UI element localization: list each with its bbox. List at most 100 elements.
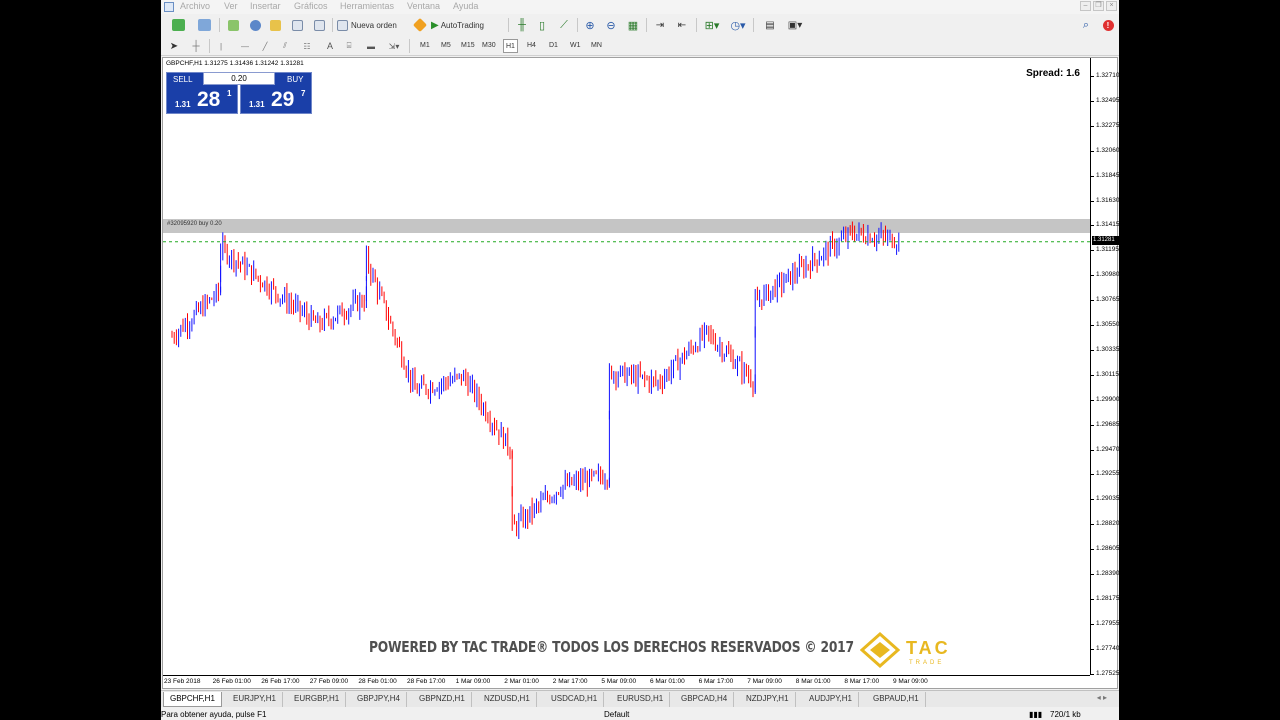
- time-axis[interactable]: 23 Feb 2018 26 Feb 01:00 26 Feb 17:00 27 Fe…: [163, 675, 1090, 690]
- price-tick: [1091, 125, 1094, 127]
- line-chart-icon[interactable]: ⟋: [557, 17, 571, 33]
- tf-w1[interactable]: W1: [568, 39, 583, 53]
- time-label: 2 Mar 01:00: [504, 678, 539, 685]
- data-window-icon[interactable]: [247, 17, 263, 33]
- tf-mn[interactable]: MN: [589, 39, 604, 53]
- bar-chart-icon[interactable]: ╫: [515, 17, 529, 33]
- price-tick: [1091, 474, 1094, 476]
- vertical-line-icon[interactable]: |: [216, 38, 226, 54]
- watermark-text: POWERED BY TAC TRADE® TODOS LOS DERECHOS…: [369, 638, 854, 656]
- menu-bar: Archivo Ver Insertar Gráficos Herramient…: [161, 0, 1119, 14]
- crosshair-icon[interactable]: ┼: [189, 38, 203, 54]
- autoscroll-icon[interactable]: ⇤: [675, 17, 689, 33]
- price-axis[interactable]: 1.32710 1.32495 1.32275 1.32060 1.31845 1.316…: [1090, 58, 1119, 677]
- tf-m5[interactable]: M5: [439, 39, 453, 53]
- close-button[interactable]: ×: [1106, 1, 1117, 11]
- time-label: 6 Mar 01:00: [650, 678, 685, 685]
- horizontal-line-icon[interactable]: —: [238, 38, 252, 54]
- chart-plot-area[interactable]: #32095920 buy 0.20 GBPCHF,H1 1.31275 1.3…: [163, 58, 1090, 675]
- strategy-tester-icon[interactable]: [311, 17, 327, 33]
- time-label: 26 Feb 01:00: [212, 678, 251, 685]
- menu-archivo[interactable]: Archivo: [180, 1, 210, 11]
- price-tick: [1091, 673, 1094, 675]
- candlestick-icon[interactable]: ▯: [535, 17, 549, 33]
- tf-m30[interactable]: M30: [480, 39, 498, 53]
- sell-price-big: 28: [197, 88, 221, 111]
- tile-windows-icon[interactable]: ▦: [626, 17, 640, 33]
- navigator-icon[interactable]: [267, 17, 283, 33]
- chart-tab[interactable]: USDCAD,H1: [545, 692, 605, 707]
- tf-m15[interactable]: M15: [459, 39, 477, 53]
- new-order-label: Nueva orden: [351, 20, 397, 30]
- chart-tab[interactable]: GBPNZD,H1: [413, 692, 472, 707]
- price-tick: [1091, 100, 1094, 102]
- price-label: 1.30980: [1096, 271, 1119, 279]
- chart-tab[interactable]: NZDUSD,H1: [478, 692, 537, 707]
- text-icon[interactable]: A: [323, 38, 337, 54]
- new-order-button[interactable]: Nueva orden: [337, 17, 407, 33]
- price-tick: [1091, 374, 1094, 376]
- autotrading-icon: ▶: [431, 19, 439, 31]
- chart-tab[interactable]: NZDJPY,H1: [740, 692, 796, 707]
- price-label: 1.31845: [1096, 171, 1119, 179]
- menu-herramientas[interactable]: Herramientas: [340, 1, 394, 11]
- menu-ver[interactable]: Ver: [224, 1, 238, 11]
- notifications-icon[interactable]: !: [1101, 17, 1115, 33]
- price-label: 1.30115: [1096, 370, 1119, 378]
- price-label: 1.29900: [1096, 395, 1119, 403]
- menu-graficos[interactable]: Gráficos: [294, 1, 328, 11]
- arrows-icon[interactable]: ⇲▾: [385, 38, 403, 54]
- market-watch-icon[interactable]: [225, 17, 241, 33]
- minimize-button[interactable]: –: [1080, 1, 1091, 11]
- cursor-icon[interactable]: ➤: [167, 38, 181, 54]
- indicators-icon[interactable]: ⊞▾: [702, 17, 722, 33]
- new-chart-button[interactable]: [167, 17, 189, 33]
- bid-price-tag: 1.31281: [1092, 235, 1119, 245]
- chart-tab[interactable]: AUDJPY,H1: [803, 692, 859, 707]
- fibo-fan-icon[interactable]: ⌸: [342, 38, 356, 54]
- status-profile: Default: [604, 710, 630, 719]
- tf-d1[interactable]: D1: [547, 39, 560, 53]
- price-tick: [1091, 424, 1094, 426]
- chart-tab[interactable]: EURUSD,H1: [611, 692, 671, 707]
- channel-icon[interactable]: ⫽: [278, 38, 292, 54]
- time-label: 7 Mar 09:00: [747, 678, 782, 685]
- menu-ayuda[interactable]: Ayuda: [453, 1, 478, 11]
- periods-icon[interactable]: ◷▾: [728, 17, 748, 33]
- chart-tab[interactable]: EURGBP,H1: [288, 692, 347, 707]
- chart-tab[interactable]: GBPCHF,H1: [163, 692, 222, 707]
- price-tick: [1091, 225, 1094, 227]
- zoom-out-icon[interactable]: ⊖: [604, 17, 618, 33]
- price-tick: [1091, 250, 1094, 252]
- templates-icon[interactable]: ▤: [763, 17, 777, 33]
- chart-tab[interactable]: GBPAUD,H1: [867, 692, 926, 707]
- chart-tab[interactable]: GBPJPY,H4: [351, 692, 407, 707]
- tf-h1[interactable]: H1: [503, 39, 518, 53]
- trendline-icon[interactable]: ╱: [258, 38, 272, 54]
- restore-button[interactable]: ❐: [1093, 1, 1104, 11]
- autotrading-button[interactable]: ▶ AutoTrading: [431, 17, 503, 33]
- fibonacci-icon[interactable]: ☷: [300, 38, 314, 54]
- buy-price-point: 7: [301, 89, 306, 98]
- symbol-ohlc-line: GBPCHF,H1 1.31275 1.31436 1.31242 1.3128…: [166, 60, 304, 67]
- lot-size-input[interactable]: 0.20: [203, 72, 275, 85]
- label-icon[interactable]: ▬: [364, 38, 378, 54]
- menu-insertar[interactable]: Insertar: [250, 1, 281, 11]
- time-label: 5 Mar 09:00: [601, 678, 637, 685]
- status-traffic-icon: ▮▮▮: [1029, 710, 1043, 719]
- time-label: 1 Mar 09:00: [455, 678, 491, 685]
- search-icon[interactable]: ⌕: [1079, 17, 1093, 33]
- chart-shift-icon[interactable]: ⇥: [653, 17, 667, 33]
- menu-ventana[interactable]: Ventana: [407, 1, 440, 11]
- chart-tab[interactable]: EURJPY,H1: [227, 692, 283, 707]
- tf-h4[interactable]: H4: [525, 39, 538, 53]
- tf-m1[interactable]: M1: [418, 39, 432, 53]
- metaeditor-icon[interactable]: [412, 17, 428, 33]
- terminal-icon[interactable]: [289, 17, 305, 33]
- tab-scroll-arrows[interactable]: ◂ ▸: [1097, 693, 1107, 702]
- properties-icon[interactable]: ▣▾: [785, 17, 805, 33]
- profiles-button[interactable]: [193, 17, 215, 33]
- zoom-in-icon[interactable]: ⊕: [583, 17, 597, 33]
- price-tick: [1091, 574, 1094, 575]
- chart-tab[interactable]: GBPCAD,H4: [675, 692, 735, 707]
